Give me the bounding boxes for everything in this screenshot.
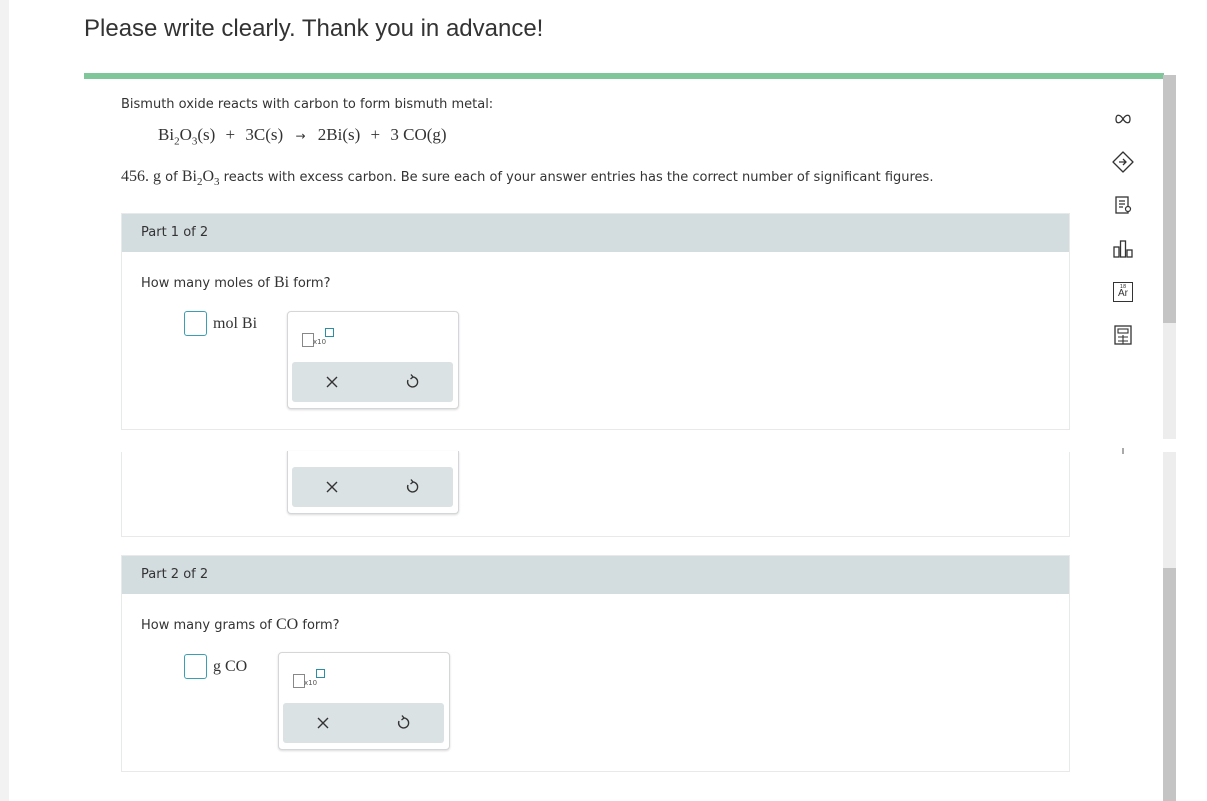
accent-bar bbox=[84, 73, 1164, 79]
eq-state: (s) bbox=[342, 125, 361, 144]
given-statement: 456. g of Bi2O3 reacts with excess carbo… bbox=[121, 168, 933, 188]
part2-question: How many grams of CO form? bbox=[141, 616, 340, 633]
part1-header: Part 1 of 2 bbox=[122, 214, 1069, 252]
eq-plus: + bbox=[370, 125, 381, 144]
eq-oxygen: O bbox=[179, 125, 192, 144]
undo-icon[interactable] bbox=[392, 362, 432, 402]
part2-tool-row bbox=[283, 703, 444, 743]
grams-answer-input[interactable] bbox=[184, 654, 207, 679]
periodic-label: Ar bbox=[1118, 288, 1128, 299]
eq-arrow: → bbox=[295, 129, 306, 143]
part1-panel-fragment bbox=[121, 451, 1070, 537]
part1-tool-row bbox=[292, 362, 453, 402]
eq-product1: 2Bi bbox=[317, 125, 343, 144]
left-gutter bbox=[0, 0, 9, 801]
eq-plus: + bbox=[225, 125, 236, 144]
page-title: Please write clearly. Thank you in advan… bbox=[84, 15, 544, 42]
undo-icon[interactable] bbox=[383, 703, 423, 743]
scrollbar-thumb-bottom[interactable] bbox=[1163, 568, 1176, 801]
problem-intro: Bismuth oxide reacts with carbon to form… bbox=[121, 97, 494, 112]
sci-notation-button[interactable]: x10 bbox=[291, 665, 331, 691]
eq-state: (s) bbox=[265, 125, 284, 144]
clear-icon[interactable] bbox=[312, 362, 352, 402]
part2-header: Part 2 of 2 bbox=[122, 556, 1069, 594]
sci-notation-button[interactable]: x10 bbox=[300, 324, 340, 350]
eq-reactant1: Bi bbox=[158, 125, 175, 144]
given-mass: 456. g bbox=[121, 168, 161, 185]
undo-icon[interactable] bbox=[392, 467, 432, 507]
part1-toolbox-fragment bbox=[287, 451, 459, 514]
part1-panel: Part 1 of 2 How many moles of Bi form? m… bbox=[121, 213, 1070, 430]
chart-icon[interactable] bbox=[1110, 236, 1136, 262]
periodic-table-icon[interactable]: 18 Ar bbox=[1110, 279, 1136, 305]
part2-panel: Part 2 of 2 How many grams of CO form? g… bbox=[121, 555, 1070, 772]
grams-unit: g CO bbox=[213, 658, 248, 675]
eq-product2: 3 CO bbox=[390, 125, 427, 144]
hint-icon[interactable] bbox=[1110, 149, 1136, 175]
moles-answer-input[interactable] bbox=[184, 311, 207, 336]
infinity-icon[interactable] bbox=[1110, 106, 1136, 132]
eq-state: (g) bbox=[426, 125, 447, 144]
part1-toolbox: x10 bbox=[287, 311, 459, 409]
scrollbar-thumb-top[interactable] bbox=[1163, 75, 1176, 323]
scrollbar-top[interactable] bbox=[1163, 75, 1176, 439]
eq-reactant2: 3C bbox=[245, 125, 266, 144]
chemical-equation: Bi2O3(s) + 3C(s) → 2Bi(s) + 3 CO(g) bbox=[158, 125, 447, 147]
calculator-icon[interactable] bbox=[1110, 322, 1136, 348]
sidebar-fragment bbox=[1122, 448, 1124, 454]
clear-icon[interactable] bbox=[303, 703, 343, 743]
given-of: of bbox=[165, 170, 178, 185]
part1-question: How many moles of Bi form? bbox=[141, 274, 331, 291]
notes-icon[interactable] bbox=[1110, 192, 1136, 218]
fragment-tool-row bbox=[292, 467, 453, 507]
given-rest: reacts with excess carbon. Be sure each … bbox=[223, 170, 934, 185]
clear-icon[interactable] bbox=[312, 467, 352, 507]
moles-unit: mol Bi bbox=[213, 315, 258, 332]
part2-toolbox: x10 bbox=[278, 652, 450, 750]
scrollbar-bottom[interactable] bbox=[1163, 452, 1176, 801]
given-compound: Bi2O3 bbox=[181, 168, 220, 189]
eq-state: (s) bbox=[197, 125, 216, 144]
